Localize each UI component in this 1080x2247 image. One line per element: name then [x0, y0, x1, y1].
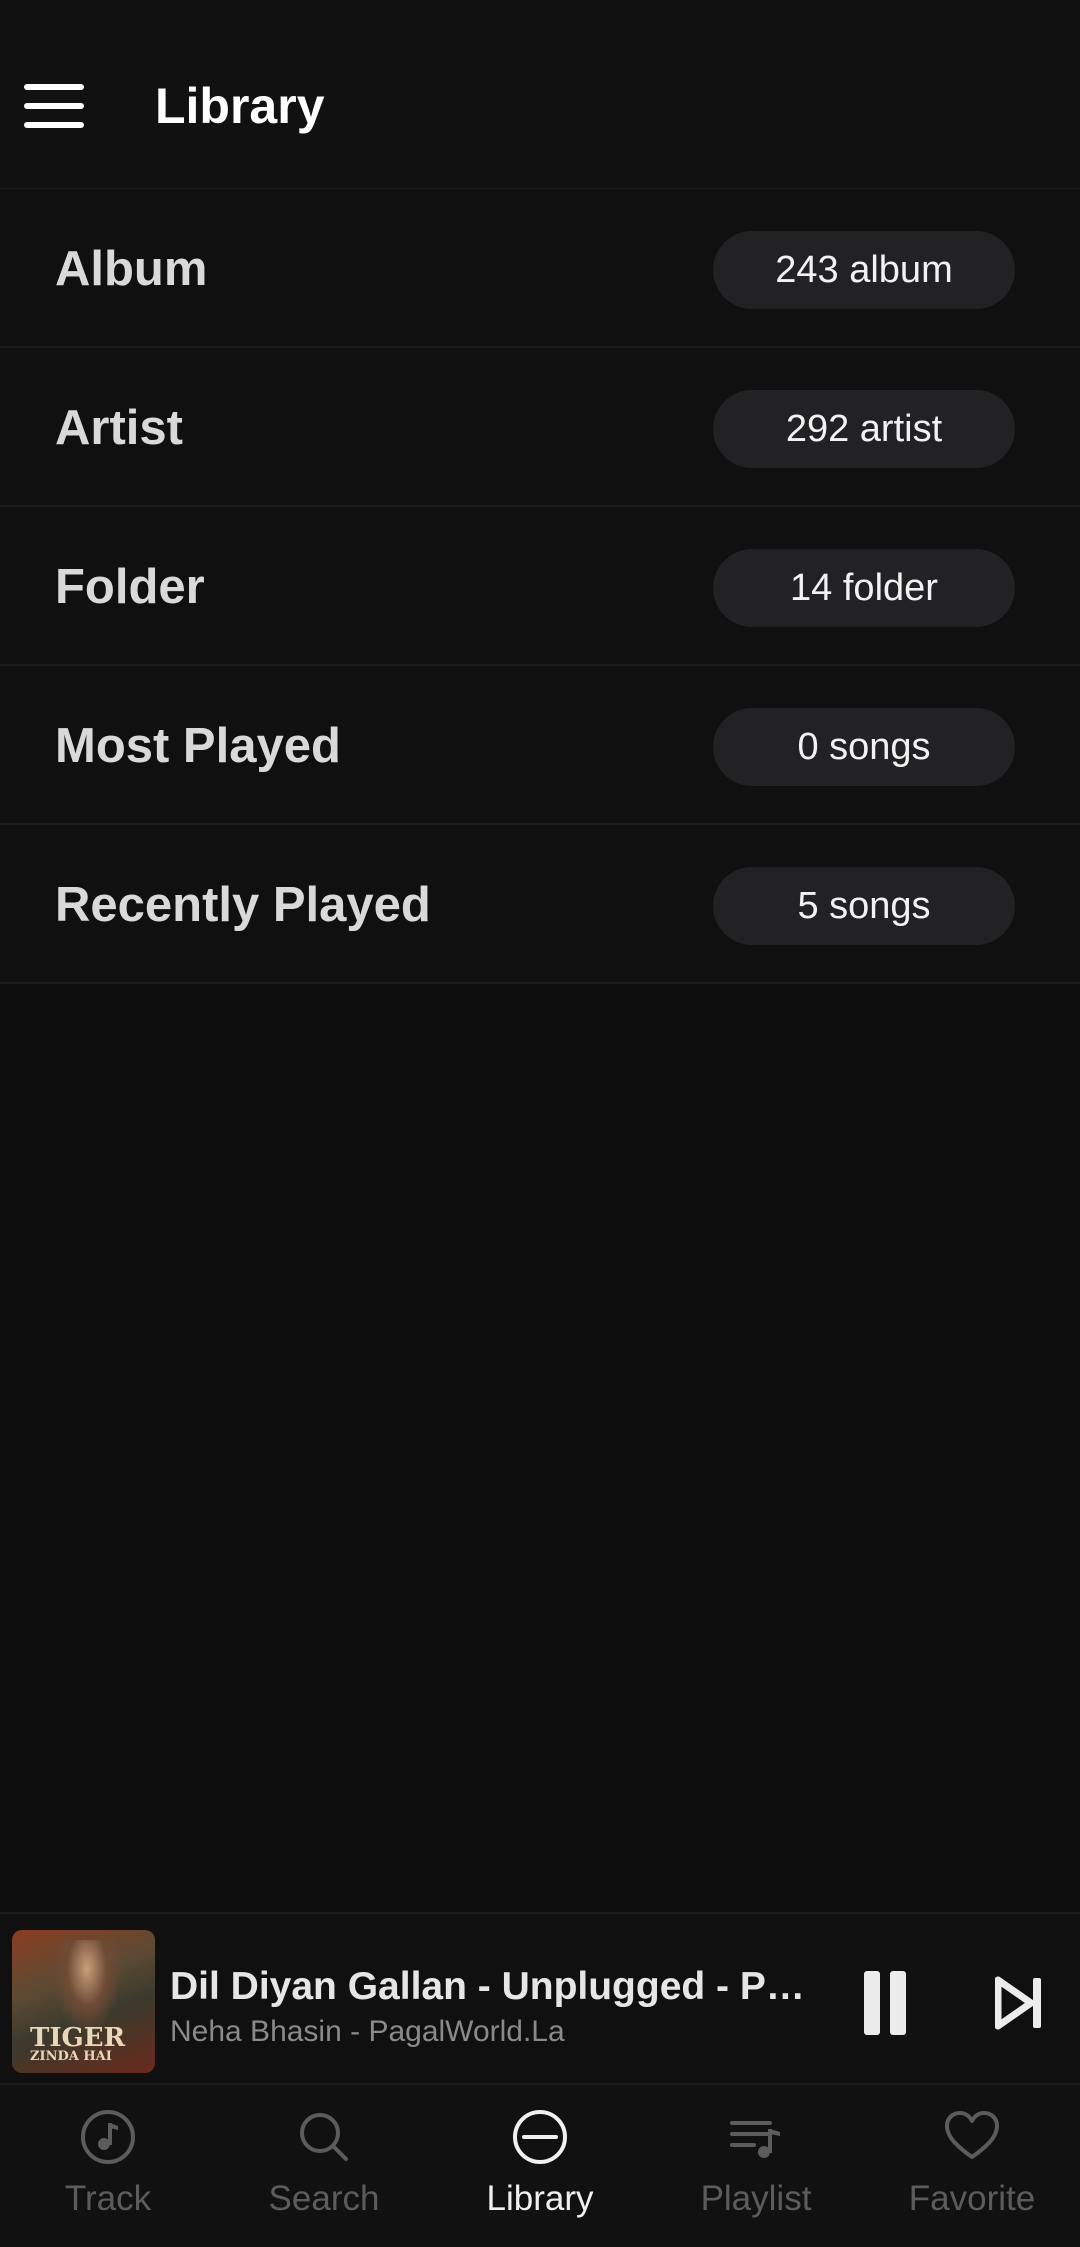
mini-player[interactable]: TIGER ZINDA HAI Dil Diyan Gallan - Unplu…	[0, 1912, 1080, 2084]
heart-icon	[945, 2111, 999, 2159]
music-note-icon	[81, 2110, 135, 2164]
library-item-most-played[interactable]: Most Played 0 songs	[0, 666, 1080, 825]
library-item-label: Album	[55, 242, 208, 296]
count-badge: 5 songs	[713, 867, 1015, 945]
library-item-label: Most Played	[55, 719, 341, 773]
pause-icon	[864, 1971, 880, 2035]
library-list: Album 243 album Artist 292 artist Folder…	[0, 189, 1080, 984]
count-badge: 14 folder	[713, 549, 1015, 627]
album-art[interactable]: TIGER ZINDA HAI	[12, 1930, 155, 2073]
nav-label: Library	[486, 2179, 594, 2218]
nav-track[interactable]: Track	[0, 2085, 216, 2247]
playlist-icon	[730, 2121, 780, 2158]
nav-label: Track	[64, 2179, 152, 2218]
library-item-label: Folder	[55, 560, 205, 614]
skip-next-icon	[994, 1976, 1041, 2030]
library-item-label: Recently Played	[55, 878, 431, 932]
hamburger-menu-icon[interactable]	[18, 70, 90, 142]
bottom-nav: Track Search Library Playlist Favorite	[0, 2083, 1080, 2247]
nav-label: Playlist	[700, 2179, 812, 2218]
song-title: Dil Diyan Gallan - Unplugged - PagalWorl…	[170, 1965, 820, 2008]
album-art-subtitle: ZINDA HAI	[30, 2049, 112, 2064]
nav-library[interactable]: Library	[432, 2085, 648, 2247]
library-item-label: Artist	[55, 401, 183, 455]
count-badge: 0 songs	[713, 708, 1015, 786]
library-item-recently-played[interactable]: Recently Played 5 songs	[0, 825, 1080, 984]
library-item-folder[interactable]: Folder 14 folder	[0, 507, 1080, 666]
count-badge: 292 artist	[713, 390, 1015, 468]
app-header: Library	[0, 0, 1080, 189]
search-icon	[300, 2113, 348, 2161]
page-title: Library	[155, 78, 325, 134]
library-item-artist[interactable]: Artist 292 artist	[0, 348, 1080, 507]
library-item-album[interactable]: Album 243 album	[0, 189, 1080, 348]
library-icon	[513, 2110, 567, 2164]
nav-label: Favorite	[908, 2179, 1036, 2218]
nav-label: Search	[268, 2179, 380, 2218]
nav-favorite[interactable]: Favorite	[864, 2085, 1080, 2247]
nav-search[interactable]: Search	[216, 2085, 432, 2247]
next-track-button[interactable]	[994, 1976, 1045, 2030]
nav-playlist[interactable]: Playlist	[648, 2085, 864, 2247]
count-badge: 243 album	[713, 231, 1015, 309]
pause-button[interactable]	[860, 1969, 910, 2039]
song-artist: Neha Bhasin - PagalWorld.La	[170, 2015, 565, 2048]
